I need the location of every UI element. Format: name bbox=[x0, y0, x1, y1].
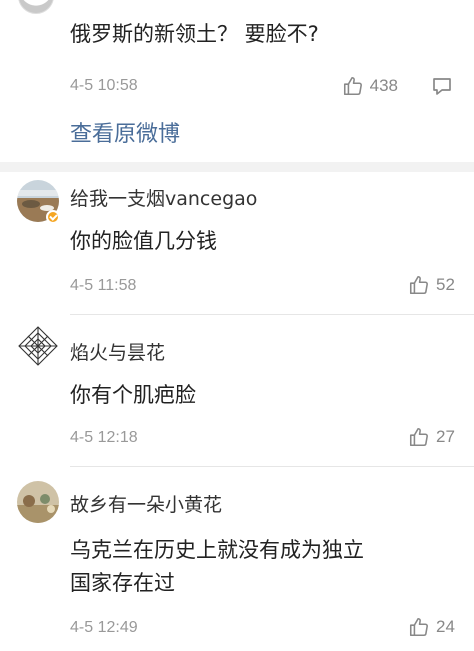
thumbs-up-icon bbox=[343, 76, 362, 96]
avatar[interactable] bbox=[17, 325, 59, 367]
comment-item: 故乡有一朵小黄花 乌克兰在历史上就没有成为独立 国家存在过 4-5 12:49 … bbox=[0, 467, 474, 651]
thumbs-up-icon bbox=[409, 617, 428, 637]
verified-badge-icon bbox=[46, 210, 60, 224]
like-count: 52 bbox=[436, 275, 455, 294]
comment-timestamp: 4-5 12:18 bbox=[70, 429, 138, 446]
reply-button[interactable] bbox=[430, 74, 454, 102]
avatar[interactable] bbox=[18, 0, 54, 14]
like-button[interactable]: 24 bbox=[408, 616, 458, 638]
avatar[interactable] bbox=[17, 481, 59, 523]
top-post: 俄罗斯的新领土？ 要脸不? 4-5 10:58 438 查看原微博 bbox=[0, 0, 474, 162]
comment-timestamp: 4-5 12:49 bbox=[70, 619, 138, 636]
comment-text-line: 乌克兰在历史上就没有成为独立 bbox=[70, 538, 364, 562]
thumbs-up-icon bbox=[409, 275, 428, 295]
comment-text: 乌克兰在历史上就没有成为独立 国家存在过 bbox=[70, 534, 364, 600]
like-button[interactable]: 27 bbox=[408, 426, 458, 448]
like-button[interactable]: 52 bbox=[408, 274, 458, 296]
like-count: 438 bbox=[369, 76, 398, 95]
like-count: 24 bbox=[436, 617, 455, 636]
comment-timestamp: 4-5 10:58 bbox=[70, 77, 138, 94]
comment-text: 你的脸值几分钱 bbox=[70, 229, 217, 253]
thumbs-up-icon bbox=[409, 427, 428, 447]
view-original-link[interactable]: 查看原微博 bbox=[70, 116, 180, 148]
comment-text: 俄罗斯的新领土？ 要脸不? bbox=[70, 22, 319, 46]
like-count: 27 bbox=[436, 427, 455, 446]
comment-item: 给我一支烟vancegao 你的脸值几分钱 4-5 11:58 52 bbox=[0, 172, 474, 312]
comment-username[interactable]: 焰火与昙花 bbox=[70, 338, 165, 365]
comment-bubble-icon bbox=[433, 78, 451, 95]
comment-username[interactable]: 给我一支烟vancegao bbox=[70, 184, 257, 211]
comment-timestamp: 4-5 11:58 bbox=[70, 277, 137, 294]
section-divider bbox=[0, 162, 474, 172]
comment-text: 你有个肌疤脸 bbox=[70, 383, 196, 407]
comment-item: 焰火与昙花 你有个肌疤脸 4-5 12:18 27 bbox=[0, 315, 474, 465]
comment-text-line: 国家存在过 bbox=[70, 571, 175, 595]
comment-username[interactable]: 故乡有一朵小黄花 bbox=[70, 490, 222, 517]
like-button[interactable]: 438 bbox=[342, 75, 398, 97]
